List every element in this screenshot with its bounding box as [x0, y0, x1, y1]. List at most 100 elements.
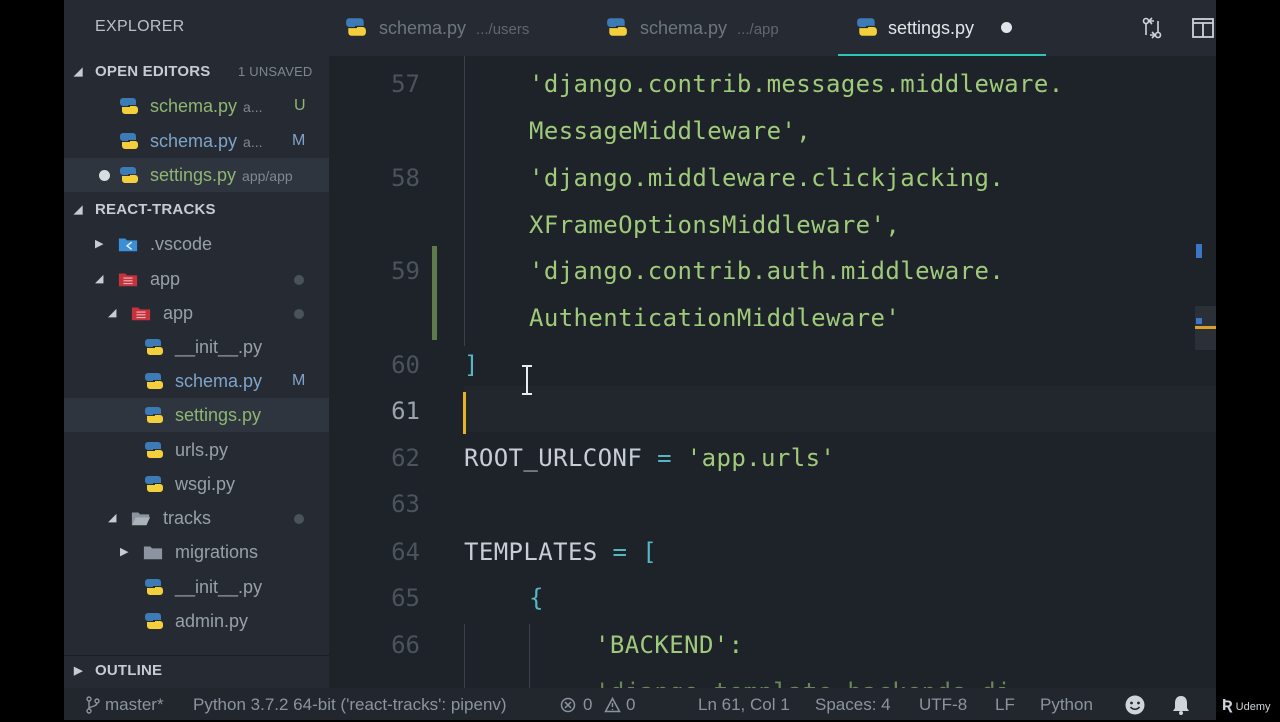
notifications-bell-icon[interactable] — [1171, 694, 1191, 716]
tree-item-app-inner[interactable]: ◢ app — [64, 296, 329, 330]
git-status-untracked: U — [294, 97, 306, 114]
outline-header[interactable]: ▶ OUTLINE — [64, 655, 329, 686]
tree-item-urls[interactable]: urls.py — [64, 433, 329, 467]
tab-path: .../users — [476, 21, 530, 38]
code-line: { — [529, 584, 544, 612]
python-file-icon — [145, 373, 163, 389]
tree-item-label: wsgi.py — [175, 474, 236, 494]
tree-item-admin[interactable]: admin.py — [64, 604, 329, 638]
tree-item-label: __init__.py — [175, 577, 263, 597]
code-line: ] — [464, 351, 479, 379]
tree-item-label: migrations — [175, 542, 259, 562]
modified-dot-icon — [294, 275, 304, 285]
code-line: 'BACKEND': — [595, 631, 744, 659]
language-mode[interactable]: Python — [1040, 688, 1093, 722]
tree-item-app[interactable]: ◢ app — [64, 262, 329, 296]
tab-path: .../app — [737, 21, 779, 38]
tree-item-label: .vscode — [150, 234, 213, 254]
indent-guide — [464, 56, 465, 346]
cursor-position[interactable]: Ln 61, Col 1 — [698, 688, 790, 722]
python-file-icon — [145, 613, 163, 629]
chevron-down-icon: ◢ — [108, 512, 117, 524]
indentation[interactable]: Spaces: 4 — [815, 688, 891, 722]
tree-item-schema[interactable]: schema.py M — [64, 364, 329, 398]
code-line: 'django.contrib.messages.middleware. — [529, 70, 1064, 98]
open-editor-item-schema-users[interactable]: schema.py a... U — [64, 89, 329, 123]
tree-item-tracks[interactable]: ◢ tracks — [64, 501, 329, 535]
folder-open-icon — [131, 512, 151, 526]
tree-item-label: __init__.py — [175, 337, 263, 357]
modified-dot-icon — [294, 514, 304, 524]
indent-guide — [464, 624, 465, 688]
code-line-partial: 'django.template.backends.dj — [595, 678, 1011, 688]
line-number: 57 — [391, 70, 420, 98]
tab-schema-app[interactable]: schema.py .../app — [606, 0, 836, 56]
file-name: settings.py — [150, 165, 237, 185]
tree-item-label: tracks — [163, 508, 212, 528]
tab-label: schema.py — [379, 18, 467, 38]
tree-item-settings[interactable]: settings.py — [64, 398, 329, 432]
unsaved-dot-icon — [99, 170, 110, 181]
line-number-current: 61 — [391, 397, 420, 425]
chevron-down-icon: ◢ — [108, 307, 117, 319]
python-file-icon — [857, 18, 877, 36]
open-changes-icon[interactable] — [1140, 16, 1164, 40]
error-count[interactable]: 0 — [583, 688, 592, 722]
split-editor-icon[interactable] — [1191, 16, 1215, 40]
code-line: 'django.middleware.clickjacking. — [529, 164, 1005, 192]
line-ending[interactable]: LF — [995, 688, 1015, 722]
identifier: ROOT_URLCONF — [464, 444, 643, 472]
warning-count[interactable]: 0 — [626, 688, 635, 722]
unsaved-count: 1 UNSAVED — [238, 64, 313, 79]
string-literal: 'app.urls' — [686, 444, 836, 472]
scrollbar-change-marker — [1196, 244, 1202, 258]
git-modified-gutter — [432, 246, 437, 340]
tree-item-init[interactable]: __init__.py — [64, 330, 329, 364]
file-name: schema.py — [150, 96, 238, 116]
python-file-icon — [120, 167, 138, 183]
git-branch[interactable]: master* — [105, 688, 164, 722]
tree-item-label: urls.py — [175, 440, 229, 460]
tree-item-wsgi[interactable]: wsgi.py — [64, 467, 329, 501]
tree-item-init-tracks[interactable]: __init__.py — [64, 570, 329, 604]
feedback-smiley-icon[interactable] — [1124, 694, 1146, 716]
open-editors-header[interactable]: ◢ OPEN EDITORS 1 UNSAVED — [64, 57, 329, 87]
tab-schema-users[interactable]: schema.py .../users — [345, 0, 575, 56]
status-bar: master* Python 3.7.2 64-bit ('react-trac… — [64, 688, 1216, 720]
project-header[interactable]: ◢ REACT-TRACKS — [64, 195, 329, 225]
tab-settings[interactable]: settings.py — [838, 0, 1046, 56]
file-path: a... — [243, 99, 263, 115]
operator: = — [612, 538, 628, 566]
app-folder-icon — [118, 273, 138, 287]
open-editor-item-schema-app[interactable]: schema.py a... M — [64, 124, 329, 158]
scrollbar-change-marker — [1196, 318, 1202, 324]
ibeam-cursor-icon — [522, 365, 532, 395]
code-line: 'django.contrib.auth.middleware. — [529, 257, 1005, 285]
chevron-down-icon: ◢ — [74, 204, 83, 216]
line-number: 66 — [391, 631, 420, 659]
line-number: 63 — [391, 490, 420, 518]
open-editor-item-settings[interactable]: settings.py app/app — [64, 158, 329, 192]
identifier: TEMPLATES — [464, 538, 598, 566]
open-editors-label: OPEN EDITORS — [95, 63, 211, 80]
encoding[interactable]: UTF-8 — [919, 688, 967, 722]
error-icon — [560, 697, 576, 713]
python-file-icon — [145, 407, 163, 423]
tree-item-vscode[interactable]: ▶ .vscode — [64, 227, 329, 261]
outline-label: OUTLINE — [95, 662, 163, 679]
python-file-icon — [120, 98, 138, 114]
chevron-right-icon: ▶ — [95, 238, 104, 250]
line-number: 60 — [391, 351, 420, 379]
tree-item-label: admin.py — [175, 611, 249, 631]
code-line: AuthenticationMiddleware' — [529, 304, 901, 332]
current-line-highlight — [464, 386, 1216, 432]
explorer-sidebar: EXPLORER ◢ OPEN EDITORS 1 UNSAVED schema… — [64, 0, 329, 688]
text-cursor — [463, 392, 466, 434]
code-editor[interactable]: 57 58 59 60 61 62 63 64 65 66 'django.co… — [329, 56, 1216, 688]
line-number: 64 — [391, 538, 420, 566]
python-file-icon — [120, 133, 138, 149]
bracket: [ — [642, 538, 658, 566]
python-interpreter[interactable]: Python 3.7.2 64-bit ('react-tracks': pip… — [193, 688, 507, 722]
python-file-icon — [607, 18, 627, 36]
tree-item-migrations[interactable]: ▶ migrations — [64, 535, 329, 569]
